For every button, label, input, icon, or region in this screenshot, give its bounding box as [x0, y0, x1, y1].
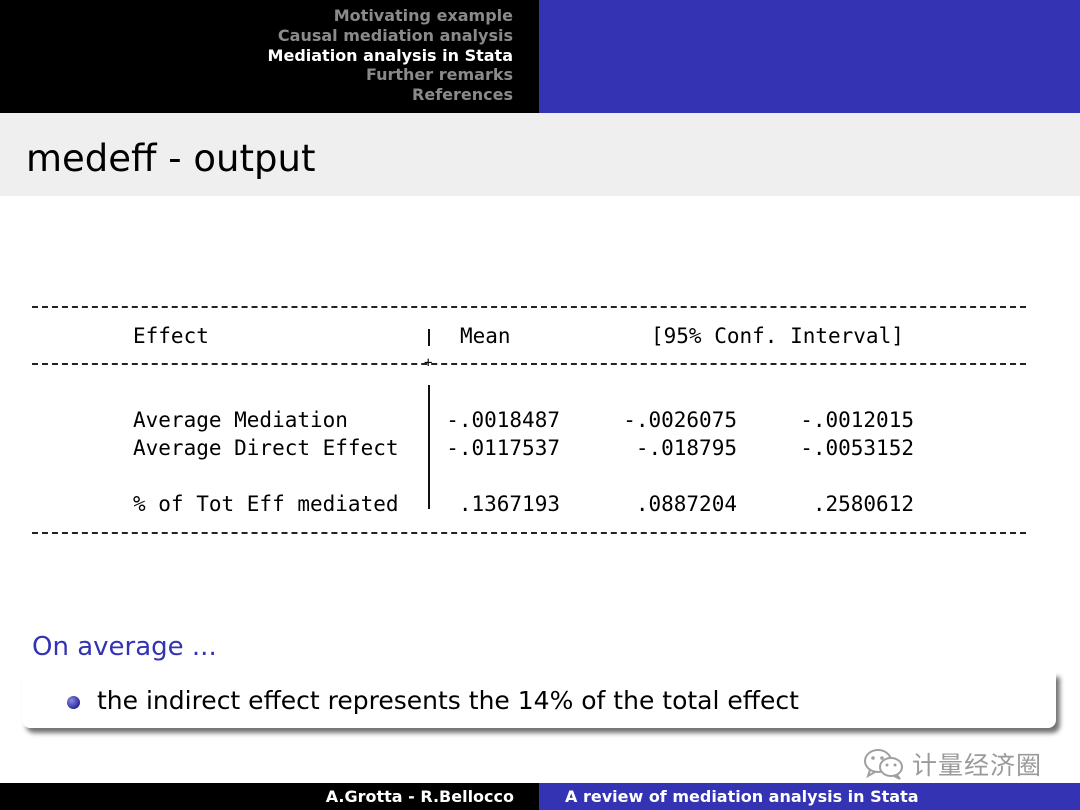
section-navigation: Motivating example Causal mediation anal… — [268, 6, 513, 105]
frame-title: medeff - output — [26, 137, 316, 180]
bullet-text: the indirect effect represents the 14% o… — [97, 686, 799, 715]
column-separator-header — [428, 329, 430, 346]
header-conf-interval: [95% Conf. Interval] — [651, 324, 904, 348]
block-title: On average ... — [32, 632, 217, 662]
footer-title: A review of mediation analysis in Stata — [565, 787, 919, 806]
frame-title-bar: medeff - output — [0, 113, 1080, 196]
stata-output-table: Effect Mean [95% Conf. Interval] + Avera… — [32, 292, 1032, 552]
footer-title-panel: A review of mediation analysis in Stata — [539, 783, 1080, 810]
header-section-nav: Motivating example Causal mediation anal… — [0, 0, 539, 113]
row-mean-pct-tot-eff-mediated: .1367193 — [458, 492, 560, 516]
row-upper-pct-tot-eff-mediated: .2580612 — [812, 492, 914, 516]
nav-item-references[interactable]: References — [268, 85, 513, 105]
row-lower-average-direct-effect: -.018795 — [635, 436, 737, 460]
wechat-icon — [864, 749, 903, 780]
table-rule-bottom — [32, 532, 1026, 534]
row-mean-average-mediation: -.0018487 — [446, 408, 560, 432]
column-separator-body — [428, 385, 430, 509]
watermark: 计量经济圈 — [862, 744, 1042, 784]
table-rule-header — [32, 363, 1026, 365]
block-body: the indirect effect represents the 14% o… — [22, 672, 1056, 728]
footer-authors: A.Grotta - R.Bellocco — [325, 787, 514, 806]
row-mean-average-direct-effect: -.0117537 — [446, 436, 560, 460]
nav-item-further-remarks[interactable]: Further remarks — [268, 65, 513, 85]
row-label-pct-tot-eff-mediated: % of Tot Eff mediated — [133, 492, 399, 516]
table-rule-top — [32, 306, 1026, 308]
bullet-icon — [67, 696, 80, 709]
watermark-text: 计量经济圈 — [912, 751, 1043, 780]
footer-authors-panel: A.Grotta - R.Bellocco — [0, 783, 539, 810]
row-label-average-mediation: Average Mediation — [133, 408, 348, 432]
row-label-average-direct-effect: Average Direct Effect — [133, 436, 399, 460]
nav-item-motivating-example[interactable]: Motivating example — [268, 6, 513, 26]
row-upper-average-direct-effect: -.0053152 — [800, 436, 914, 460]
header-mean: Mean — [460, 324, 511, 348]
row-lower-average-mediation: -.0026075 — [623, 408, 737, 432]
row-upper-average-mediation: -.0012015 — [800, 408, 914, 432]
row-lower-pct-tot-eff-mediated: .0887204 — [635, 492, 737, 516]
table-rule-cross: + — [424, 355, 433, 371]
nav-item-causal-mediation-analysis[interactable]: Causal mediation analysis — [268, 26, 513, 46]
nav-item-mediation-analysis-in-stata[interactable]: Mediation analysis in Stata — [268, 46, 513, 66]
header-accent-panel — [539, 0, 1080, 113]
header-effect: Effect — [133, 324, 209, 348]
